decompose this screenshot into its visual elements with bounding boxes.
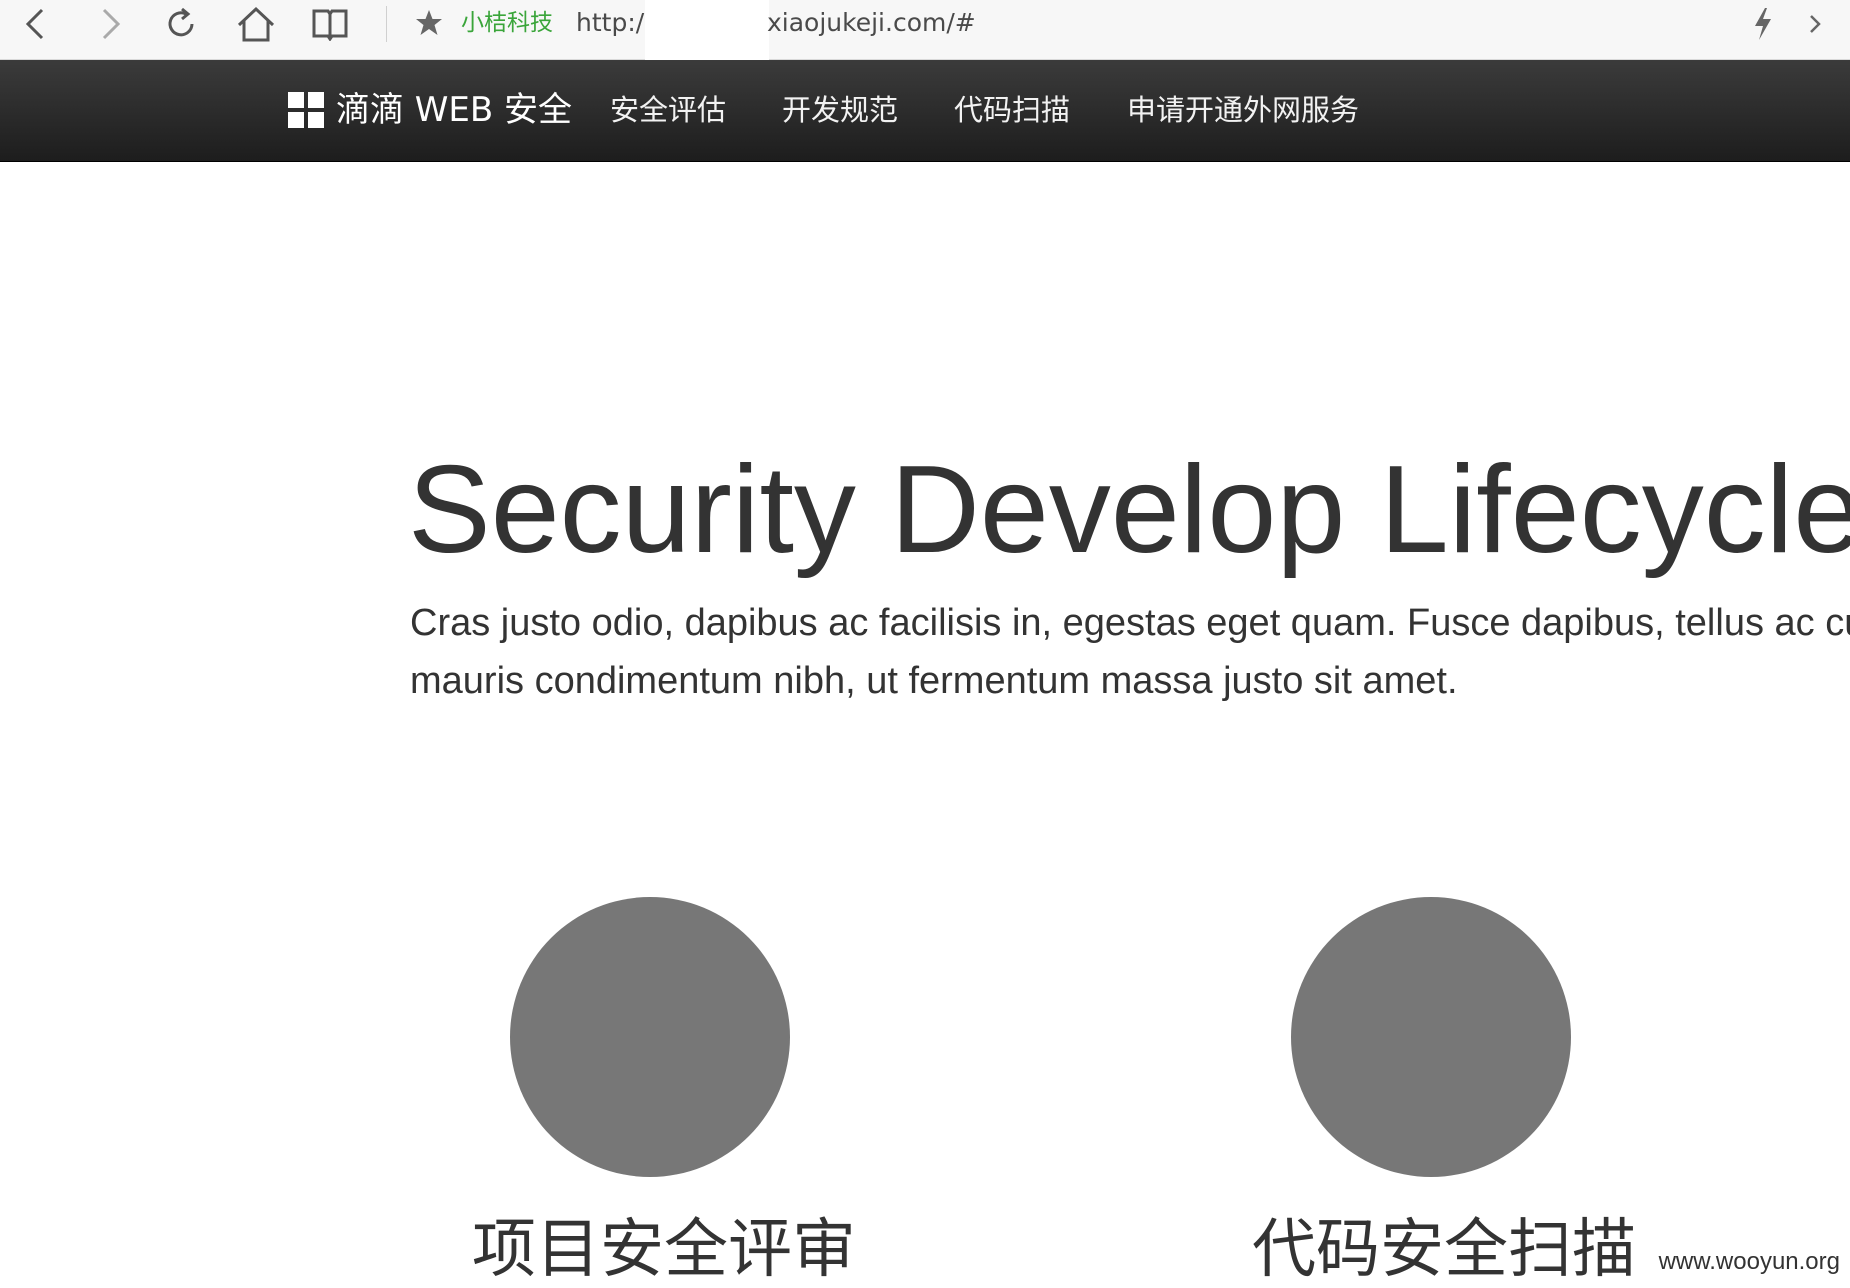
book-icon[interactable] (308, 4, 352, 44)
star-icon[interactable] (414, 8, 444, 43)
site-identity-label[interactable]: 小桔科技 (461, 8, 553, 38)
browser-viewport: 小桔科技 http:/ xiaojukeji.com/# 滴滴 WEB 安全 安… (0, 0, 1850, 1288)
nav-item-dev-standards[interactable]: 开发规范 (782, 88, 898, 132)
forward-arrow-icon[interactable] (90, 4, 130, 44)
url-host[interactable]: xiaojukeji.com/# (767, 8, 976, 38)
hero-lead-line: Cras justo odio, dapibus ac facilisis in… (410, 602, 1850, 644)
watermark: www.wooyun.org (1658, 1248, 1840, 1275)
reload-icon[interactable] (160, 4, 202, 44)
grid-logo-icon (288, 92, 324, 128)
lightning-icon[interactable] (1746, 4, 1780, 44)
nav-item-code-scan[interactable]: 代码扫描 (954, 88, 1070, 132)
nav-item-external-network[interactable]: 申请开通外网服务 (1127, 88, 1359, 132)
toolbar-divider (386, 6, 387, 42)
browser-toolbar: 小桔科技 http:/ xiaojukeji.com/# (0, 0, 1850, 61)
hero-lead-line: mauris condimentum nibh, ut fermentum ma… (410, 660, 1458, 702)
hero-lead: Cras justo odio, dapibus ac facilisis in… (410, 594, 1850, 710)
nav-item-security-assessment[interactable]: 安全评估 (610, 88, 726, 132)
brand-name: 滴滴 WEB 安全 (336, 90, 573, 130)
home-icon[interactable] (234, 4, 278, 44)
back-arrow-icon[interactable] (16, 4, 56, 44)
feature-title-code-scan: 代码安全扫描 (1252, 1213, 1636, 1287)
brand[interactable]: 滴滴 WEB 安全 (288, 88, 572, 132)
url-protocol[interactable]: http:/ (576, 8, 644, 38)
feature-image-placeholder (1291, 897, 1571, 1177)
url-redaction (645, 0, 769, 61)
feature-title-project-review: 项目安全评审 (472, 1213, 856, 1287)
chevron-right-icon[interactable] (1800, 4, 1830, 44)
hero-title: Security Develop Lifecycle (408, 441, 1850, 579)
feature-image-placeholder (510, 897, 790, 1177)
site-navbar: 滴滴 WEB 安全 安全评估 开发规范 代码扫描 申请开通外网服务 (0, 60, 1850, 162)
